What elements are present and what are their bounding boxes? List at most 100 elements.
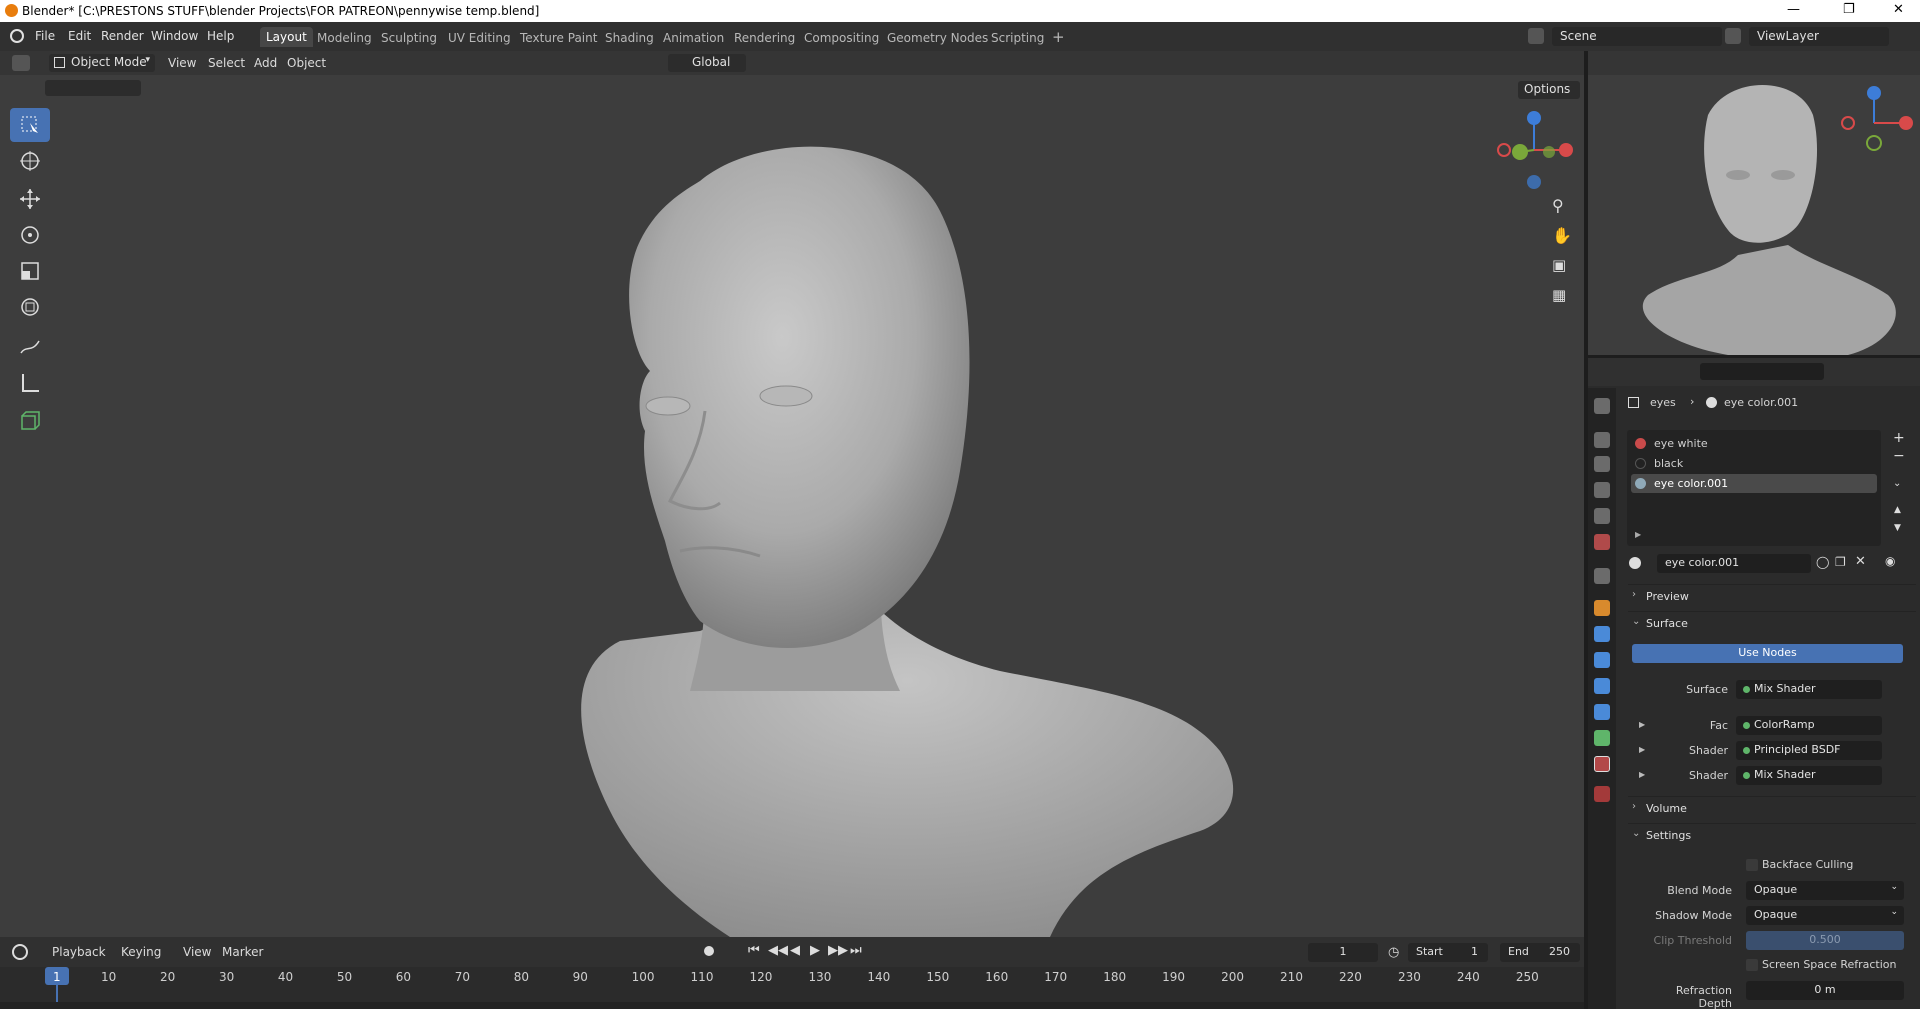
select-box-tool[interactable] <box>10 108 50 142</box>
shader2-input-field[interactable]: Mix Shader <box>1736 766 1882 785</box>
pan-hand-icon[interactable]: ✋ <box>1552 226 1576 250</box>
timeline-editor-type-icon[interactable] <box>12 944 28 960</box>
object-tab-icon[interactable] <box>1594 600 1610 616</box>
tab-compositing[interactable]: Compositing <box>804 31 879 45</box>
material-tab-icon[interactable] <box>1594 756 1610 772</box>
surface-shader-field[interactable]: Mix Shader <box>1736 680 1882 699</box>
tab-uv-editing[interactable]: UV Editing <box>448 31 511 45</box>
material-slot-black[interactable]: black <box>1627 454 1881 473</box>
annotate-tool[interactable] <box>10 330 50 364</box>
secondary-3d-viewport[interactable] <box>1588 51 1920 355</box>
view-layer-tab-icon[interactable] <box>1594 482 1610 498</box>
menu-window[interactable]: Window <box>151 29 198 43</box>
current-frame-field[interactable]: 1 <box>1308 943 1378 962</box>
menu-view[interactable]: View <box>168 56 196 70</box>
material-slot-eye-white[interactable]: eye white <box>1627 434 1881 453</box>
grid-icon[interactable]: ▦ <box>1552 286 1576 310</box>
zoom-icon[interactable]: ⚲ <box>1552 196 1576 220</box>
rotate-tool[interactable] <box>10 218 50 252</box>
end-frame-field[interactable]: End 250 <box>1500 943 1580 962</box>
next-keyframe-icon[interactable]: ▶▶ <box>828 943 848 958</box>
menu-select[interactable]: Select <box>208 56 245 70</box>
texture-tab-icon[interactable] <box>1594 786 1610 802</box>
menu-object[interactable]: Object <box>287 56 326 70</box>
particles-tab-icon[interactable] <box>1594 652 1610 668</box>
measure-tool[interactable] <box>10 366 50 400</box>
start-frame-field[interactable]: Start 1 <box>1408 943 1488 962</box>
tab-sculpting[interactable]: Sculpting <box>381 31 437 45</box>
link-type-icon[interactable]: ◉ <box>1885 554 1895 568</box>
panel-preview[interactable]: › Preview <box>1628 584 1916 608</box>
constraints-tab-icon[interactable] <box>1594 704 1610 720</box>
3d-viewport[interactable] <box>0 51 1584 937</box>
data-tab-icon[interactable] <box>1594 730 1610 746</box>
fac-input-field[interactable]: ColorRamp <box>1736 716 1882 735</box>
use-nodes-button[interactable]: Use Nodes <box>1632 644 1903 663</box>
physics-tab-icon[interactable] <box>1594 678 1610 694</box>
material-slot-list[interactable]: eye white black eye color.001 ▶ <box>1627 430 1881 546</box>
properties-search-input[interactable] <box>1700 363 1824 380</box>
shadow-mode-dropdown[interactable]: Opaque ⌄ <box>1746 906 1904 925</box>
tab-texture-paint[interactable]: Texture Paint <box>520 31 597 45</box>
scene-tab-icon[interactable] <box>1594 508 1610 524</box>
transform-orientation-dropdown[interactable]: Global <box>668 54 746 72</box>
remove-slot-icon[interactable]: − <box>1893 448 1905 464</box>
tab-modeling[interactable]: Modeling <box>317 31 372 45</box>
restore-icon[interactable]: ❐ <box>1843 2 1855 17</box>
view-layer-field[interactable]: ViewLayer <box>1749 27 1889 46</box>
scene-icon[interactable] <box>1528 28 1544 44</box>
scene-name-field[interactable]: Scene <box>1552 27 1722 46</box>
play-reverse-icon[interactable]: ◀ <box>790 943 800 958</box>
unlink-material-icon[interactable]: ✕ <box>1855 554 1866 569</box>
secondary-navigation-gizmo[interactable] <box>1834 83 1914 163</box>
viewport-overlay-controls[interactable] <box>1330 55 1470 71</box>
head-bust-model[interactable] <box>0 51 1584 937</box>
menu-timeline-view[interactable]: View <box>183 945 211 959</box>
move-down-icon[interactable]: ▼ <box>1894 523 1901 533</box>
tab-rendering[interactable]: Rendering <box>734 31 795 45</box>
blender-menu-icon[interactable] <box>10 29 24 43</box>
output-tab-icon[interactable] <box>1594 456 1610 472</box>
collection-tab-icon[interactable] <box>1594 568 1610 584</box>
menu-render[interactable]: Render <box>101 29 144 43</box>
shading-mode-buttons[interactable] <box>1460 55 1580 71</box>
prev-keyframe-icon[interactable]: ◀◀ <box>768 943 788 958</box>
selection-mode-buttons[interactable] <box>45 80 141 96</box>
editor-type-icon[interactable] <box>12 55 30 71</box>
navigation-gizmo[interactable] <box>1494 108 1574 193</box>
screen-space-refraction-checkbox[interactable] <box>1746 959 1758 971</box>
menu-edit[interactable]: Edit <box>68 29 91 43</box>
panel-settings[interactable]: ⌄ Settings <box>1628 823 1916 847</box>
tool-tab-icon[interactable] <box>1594 398 1610 414</box>
slot-specials-icon[interactable]: ⌄ <box>1893 478 1901 489</box>
camera-icon[interactable]: ▣ <box>1552 256 1576 280</box>
menu-keying[interactable]: Keying <box>121 945 161 959</box>
backface-culling-checkbox[interactable] <box>1746 859 1758 871</box>
scale-tool[interactable] <box>10 254 50 288</box>
shader1-input-field[interactable]: Principled BSDF <box>1736 741 1882 760</box>
panel-surface[interactable]: ⌄ Surface <box>1628 611 1916 635</box>
tab-animation[interactable]: Animation <box>663 31 724 45</box>
move-up-icon[interactable]: ▲ <box>1894 505 1901 515</box>
fake-user-icon[interactable]: ◯ <box>1816 555 1829 569</box>
menu-marker[interactable]: Marker <box>222 945 263 959</box>
menu-playback[interactable]: Playback <box>52 945 106 959</box>
view-layer-icon[interactable] <box>1725 28 1741 44</box>
play-icon[interactable]: ▶ <box>810 943 820 958</box>
preview-range-icon[interactable]: ◷ <box>1388 945 1399 960</box>
clip-threshold-slider[interactable]: 0.500 <box>1746 931 1904 950</box>
mode-dropdown[interactable]: Object Mode ▾ <box>49 54 155 72</box>
tab-geometry-nodes[interactable]: Geometry Nodes <box>887 31 988 45</box>
expand-list-icon[interactable]: ▶ <box>1635 530 1641 539</box>
duplicate-material-icon[interactable]: ❐ <box>1835 555 1846 569</box>
options-dropdown[interactable]: Options <box>1518 81 1580 99</box>
timeline-scrollbar[interactable] <box>0 1002 1584 1009</box>
menu-file[interactable]: File <box>35 29 55 43</box>
minimize-icon[interactable]: — <box>1787 2 1800 17</box>
add-cube-tool[interactable] <box>10 404 50 438</box>
blend-mode-dropdown[interactable]: Opaque ⌄ <box>1746 881 1904 900</box>
browse-material-icon[interactable] <box>1627 554 1655 573</box>
jump-end-icon[interactable]: ⏭ <box>850 943 862 958</box>
world-tab-icon[interactable] <box>1594 534 1610 550</box>
menu-help[interactable]: Help <box>207 29 234 43</box>
